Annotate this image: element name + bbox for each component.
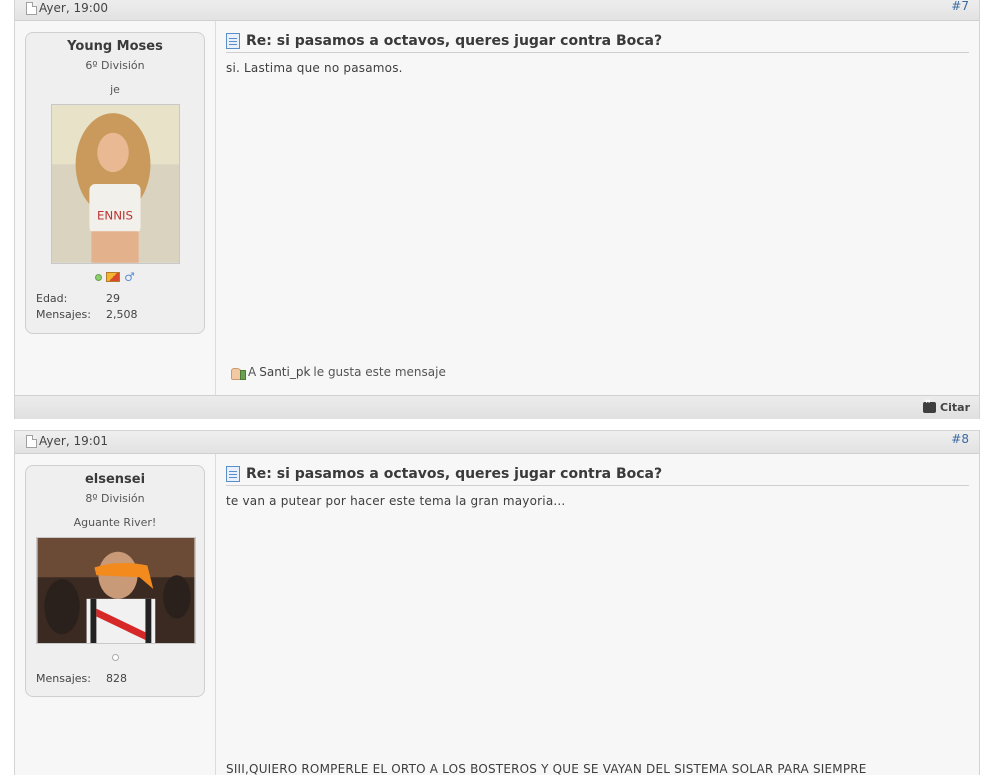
- stat-value: 828: [106, 672, 127, 685]
- post-header: Ayer, 19:00 #7: [15, 0, 979, 21]
- username-link[interactable]: Young Moses: [36, 39, 194, 54]
- post-title-text: Re: si pasamos a octavos, queres jugar c…: [246, 466, 663, 482]
- user-card: elsensei 8º División Aguante River! Mens…: [25, 465, 205, 697]
- user-signature: SIII,QUIERO ROMPERLE EL ORTO A LOS BOSTE…: [226, 762, 867, 775]
- user-stat-posts: Mensajes: 828: [36, 672, 194, 685]
- user-status-icons: ♂: [36, 270, 194, 284]
- post-body: elsensei 8º División Aguante River! Mens…: [15, 454, 979, 775]
- stat-label: Mensajes:: [36, 672, 91, 685]
- offline-status-icon: [111, 653, 119, 661]
- post-date-text: Ayer, 19:01: [39, 434, 109, 448]
- document-icon: [26, 1, 37, 15]
- post-footer: Citar: [15, 395, 979, 419]
- post-title: Re: si pasamos a octavos, queres jugar c…: [226, 33, 969, 53]
- likes-suffix: le gusta este mensaje: [313, 365, 446, 379]
- quote-button-label: Citar: [940, 401, 970, 414]
- user-avatar[interactable]: ENNIS: [50, 104, 180, 264]
- post-date: Ayer, 19:01: [26, 434, 108, 448]
- online-status-icon: [95, 273, 103, 281]
- post-message: si. Lastima que no pasamos.: [226, 61, 403, 75]
- stat-value: 2,508: [106, 308, 138, 321]
- user-avatar[interactable]: [36, 537, 196, 644]
- post-title-text: Re: si pasamos a octavos, queres jugar c…: [246, 33, 663, 49]
- user-info-panel: elsensei 8º División Aguante River! Mens…: [15, 454, 216, 775]
- stat-value: 29: [106, 292, 120, 305]
- quote-button[interactable]: Citar: [923, 399, 970, 414]
- user-rank: 8º División: [85, 492, 145, 505]
- post-number-link[interactable]: #8: [951, 432, 969, 446]
- user-status-icons: [36, 650, 194, 664]
- document-icon: [226, 33, 240, 49]
- user-info-panel: Young Moses 6º División je ENNIS ♂ Edad:…: [15, 21, 216, 395]
- post-message: te van a putear por hacer este tema la g…: [226, 494, 566, 508]
- quote-icon: [923, 399, 937, 413]
- post-number-link[interactable]: #7: [951, 0, 969, 13]
- user-stat-age: Edad: 29: [36, 292, 194, 305]
- post-date-text: Ayer, 19:00: [39, 1, 109, 15]
- user-title: je: [110, 83, 120, 96]
- post-content: Re: si pasamos a octavos, queres jugar c…: [216, 21, 979, 395]
- user-stat-posts: Mensajes: 2,508: [36, 308, 194, 321]
- user-title: Aguante River!: [73, 516, 157, 529]
- post-7: Ayer, 19:00 #7 Young Moses 6º División j…: [14, 0, 980, 419]
- user-stats: Edad: 29 Mensajes: 2,508: [36, 292, 194, 321]
- post-title: Re: si pasamos a octavos, queres jugar c…: [226, 466, 969, 486]
- document-icon: [26, 434, 37, 448]
- post-body: Young Moses 6º División je ENNIS ♂ Edad:…: [15, 21, 979, 395]
- post-8: Ayer, 19:01 #8 elsensei 8º División Agua…: [14, 430, 980, 775]
- stat-label: Mensajes:: [36, 308, 91, 321]
- post-date: Ayer, 19:00: [26, 1, 108, 15]
- username-link[interactable]: elsensei: [36, 472, 194, 487]
- user-rank: 6º División: [85, 59, 145, 72]
- post-likes: A Santi_pk le gusta este mensaje: [230, 365, 446, 380]
- user-stats: Mensajes: 828: [36, 672, 194, 685]
- post-content: Re: si pasamos a octavos, queres jugar c…: [216, 454, 979, 775]
- likes-prefix: A: [248, 365, 257, 379]
- svg-text:ENNIS: ENNIS: [96, 208, 132, 222]
- document-icon: [226, 466, 240, 482]
- male-icon: ♂: [124, 270, 135, 284]
- country-flag-icon: [106, 272, 121, 282]
- liked-by-user-link[interactable]: Santi_pk: [259, 365, 310, 379]
- user-card: Young Moses 6º División je ENNIS ♂ Edad:…: [25, 32, 205, 334]
- thumbs-up-icon: [230, 365, 246, 380]
- post-header: Ayer, 19:01 #8: [15, 431, 979, 454]
- stat-label: Edad:: [36, 292, 68, 305]
